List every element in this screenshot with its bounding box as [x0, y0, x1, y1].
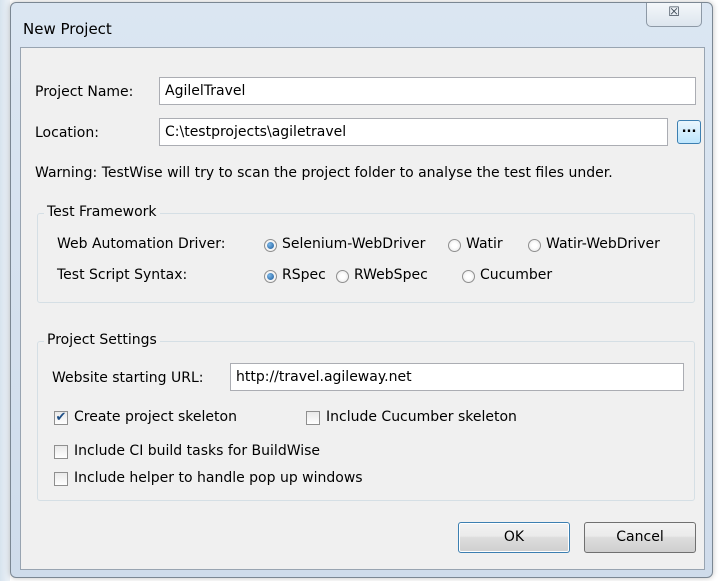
syntax-label: Test Script Syntax:: [57, 267, 188, 283]
syntax-radio-cucumber[interactable]: [462, 270, 475, 283]
cancel-button[interactable]: Cancel: [584, 522, 696, 553]
syntax-option-label[interactable]: Cucumber: [480, 267, 552, 283]
checkbox-label[interactable]: Include helper to handle pop up windows: [74, 470, 363, 486]
scan-warning: Warning: TestWise will try to scan the p…: [35, 165, 613, 181]
syntax-radio-rspec[interactable]: [264, 270, 277, 283]
checkbox-label[interactable]: Create project skeleton: [74, 409, 237, 425]
desktop-backdrop: [0, 0, 10, 581]
dialog-title: New Project: [23, 20, 112, 38]
close-icon: ☒: [668, 5, 680, 20]
url-label: Website starting URL:: [52, 370, 204, 386]
location-input[interactable]: C:\testprojects\agiletravel: [159, 118, 668, 146]
new-project-dialog: New Project ☒ Project Name: AgilelTravel…: [10, 2, 713, 578]
test-framework-title: Test Framework: [44, 204, 160, 220]
project-name-input[interactable]: AgilelTravel: [159, 77, 696, 105]
create-skeleton-checkbox[interactable]: ✔: [54, 411, 68, 425]
driver-radio-watir-webdriver[interactable]: [528, 239, 541, 252]
driver-radio-watir[interactable]: [448, 239, 461, 252]
test-framework-group: Test Framework Web Automation Driver: Se…: [37, 204, 695, 303]
location-label: Location:: [35, 125, 99, 141]
driver-option-label[interactable]: Watir: [466, 236, 503, 252]
website-url-input[interactable]: http://travel.agileway.net: [230, 363, 684, 391]
project-settings-group: Project Settings Website starting URL: h…: [37, 332, 695, 501]
cucumber-skeleton-checkbox[interactable]: [306, 411, 320, 425]
syntax-option-label[interactable]: RSpec: [282, 267, 326, 283]
ok-button[interactable]: OK: [458, 522, 570, 553]
driver-label: Web Automation Driver:: [57, 236, 226, 252]
driver-option-label[interactable]: Watir-WebDriver: [546, 236, 660, 252]
dialog-body: Project Name: AgilelTravel Location: C:\…: [20, 47, 705, 570]
project-name-label: Project Name:: [35, 84, 134, 100]
popup-helper-checkbox[interactable]: [54, 472, 68, 486]
syntax-option-label[interactable]: RWebSpec: [354, 267, 428, 283]
close-button[interactable]: ☒: [646, 3, 702, 27]
driver-radio-selenium[interactable]: [264, 239, 277, 252]
checkbox-label[interactable]: Include Cucumber skeleton: [326, 409, 517, 425]
syntax-radio-rwebspec[interactable]: [336, 270, 349, 283]
browse-location-button[interactable]: ...: [677, 120, 701, 144]
checkbox-label[interactable]: Include CI build tasks for BuildWise: [74, 443, 320, 459]
project-settings-title: Project Settings: [44, 332, 160, 348]
driver-option-label[interactable]: Selenium-WebDriver: [282, 236, 425, 252]
ci-build-checkbox[interactable]: [54, 445, 68, 459]
